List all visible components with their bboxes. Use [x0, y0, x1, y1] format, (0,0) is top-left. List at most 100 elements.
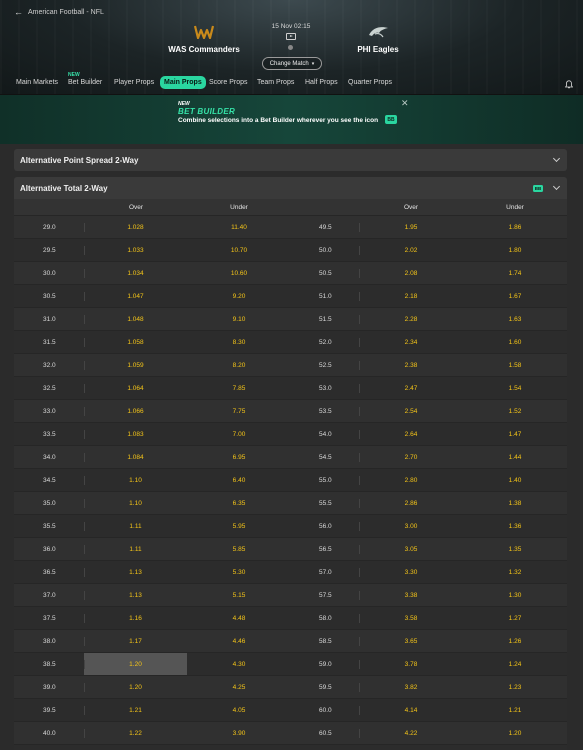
- under-odds[interactable]: 5.30: [187, 561, 291, 584]
- under-odds[interactable]: 1.40: [463, 469, 567, 492]
- over-odds[interactable]: 1.95: [359, 216, 463, 239]
- over-odds[interactable]: 2.38: [359, 354, 463, 377]
- over-odds[interactable]: 3.65: [359, 630, 463, 653]
- under-odds[interactable]: 1.21: [463, 699, 567, 722]
- over-odds[interactable]: 1.21: [84, 699, 187, 722]
- over-odds[interactable]: 2.34: [359, 331, 463, 354]
- under-odds[interactable]: 3.90: [187, 722, 291, 745]
- under-odds[interactable]: 1.35: [463, 538, 567, 561]
- under-odds[interactable]: 5.85: [187, 538, 291, 561]
- under-odds[interactable]: 1.60: [463, 331, 567, 354]
- under-odds[interactable]: 1.54: [463, 377, 567, 400]
- over-odds[interactable]: 2.70: [359, 446, 463, 469]
- under-odds[interactable]: 7.85: [187, 377, 291, 400]
- over-odds[interactable]: 4.22: [359, 722, 463, 745]
- over-odds[interactable]: 1.13: [84, 584, 187, 607]
- under-odds[interactable]: 5.95: [187, 515, 291, 538]
- over-odds[interactable]: 2.08: [359, 262, 463, 285]
- under-odds[interactable]: 9.20: [187, 285, 291, 308]
- under-odds[interactable]: 1.30: [463, 584, 567, 607]
- over-odds[interactable]: 3.78: [359, 653, 463, 676]
- under-odds[interactable]: 1.26: [463, 630, 567, 653]
- tab-bet-builder[interactable]: Bet Builder: [68, 79, 102, 86]
- under-odds[interactable]: 6.95: [187, 446, 291, 469]
- under-odds[interactable]: 1.74: [463, 262, 567, 285]
- breadcrumb[interactable]: ← American Football - NFL: [14, 7, 104, 17]
- over-odds[interactable]: 2.64: [359, 423, 463, 446]
- over-odds[interactable]: 1.17: [84, 630, 187, 653]
- over-odds[interactable]: 1.10: [84, 492, 187, 515]
- under-odds[interactable]: 1.38: [463, 492, 567, 515]
- under-odds[interactable]: 6.40: [187, 469, 291, 492]
- over-odds[interactable]: 1.22: [84, 722, 187, 745]
- under-odds[interactable]: 7.00: [187, 423, 291, 446]
- over-odds[interactable]: 2.28: [359, 308, 463, 331]
- over-odds[interactable]: 3.38: [359, 584, 463, 607]
- tab-score-props[interactable]: Score Props: [209, 79, 248, 86]
- under-odds[interactable]: 1.24: [463, 653, 567, 676]
- under-odds[interactable]: 4.30: [187, 653, 291, 676]
- under-odds[interactable]: 1.27: [463, 607, 567, 630]
- under-odds[interactable]: 1.36: [463, 515, 567, 538]
- over-odds[interactable]: 4.40: [359, 745, 463, 750]
- over-odds[interactable]: 1.11: [84, 538, 187, 561]
- under-odds[interactable]: 9.10: [187, 308, 291, 331]
- market-alt-point-spread[interactable]: Alternative Point Spread 2-Way: [14, 149, 567, 171]
- under-odds[interactable]: 11.40: [187, 216, 291, 239]
- over-odds[interactable]: 2.18: [359, 285, 463, 308]
- tab-quarter-props[interactable]: Quarter Props: [348, 79, 392, 86]
- under-odds[interactable]: 1.67: [463, 285, 567, 308]
- over-odds[interactable]: 1.048: [84, 308, 187, 331]
- under-odds[interactable]: 4.05: [187, 699, 291, 722]
- chevron-down-icon[interactable]: [552, 154, 561, 163]
- over-odds[interactable]: 1.11: [84, 515, 187, 538]
- over-odds[interactable]: 3.30: [359, 561, 463, 584]
- over-odds[interactable]: 1.047: [84, 285, 187, 308]
- live-stream-icon[interactable]: [286, 33, 296, 40]
- under-odds[interactable]: 3.62: [187, 745, 291, 750]
- over-odds[interactable]: 3.58: [359, 607, 463, 630]
- over-odds[interactable]: 1.066: [84, 400, 187, 423]
- over-odds[interactable]: 2.80: [359, 469, 463, 492]
- change-match-button[interactable]: Change Match ▾: [262, 57, 322, 70]
- over-odds[interactable]: 1.20: [84, 676, 187, 699]
- under-odds[interactable]: 8.30: [187, 331, 291, 354]
- over-odds[interactable]: 1.16: [84, 607, 187, 630]
- over-odds[interactable]: 2.86: [359, 492, 463, 515]
- over-odds[interactable]: 3.05: [359, 538, 463, 561]
- under-odds[interactable]: 1.86: [463, 216, 567, 239]
- under-odds[interactable]: 10.70: [187, 239, 291, 262]
- over-odds[interactable]: 1.059: [84, 354, 187, 377]
- under-odds[interactable]: 4.25: [187, 676, 291, 699]
- tab-main-props[interactable]: Main Props: [160, 76, 206, 89]
- under-odds[interactable]: 7.75: [187, 400, 291, 423]
- over-odds[interactable]: 3.82: [359, 676, 463, 699]
- under-odds[interactable]: 1.23: [463, 676, 567, 699]
- over-odds[interactable]: 1.20: [84, 653, 187, 676]
- under-odds[interactable]: 4.48: [187, 607, 291, 630]
- close-icon[interactable]: ✕: [401, 98, 409, 109]
- tab-main-markets[interactable]: Main Markets: [16, 79, 58, 86]
- under-odds[interactable]: 1.18: [463, 745, 567, 750]
- under-odds[interactable]: 4.46: [187, 630, 291, 653]
- over-odds[interactable]: 1.083: [84, 423, 187, 446]
- tab-player-props[interactable]: Player Props: [114, 79, 154, 86]
- over-odds[interactable]: 1.084: [84, 446, 187, 469]
- over-odds[interactable]: 1.028: [84, 216, 187, 239]
- over-odds[interactable]: 1.058: [84, 331, 187, 354]
- under-odds[interactable]: 1.32: [463, 561, 567, 584]
- under-odds[interactable]: 1.47: [463, 423, 567, 446]
- under-odds[interactable]: 8.20: [187, 354, 291, 377]
- over-odds[interactable]: 2.02: [359, 239, 463, 262]
- under-odds[interactable]: 1.80: [463, 239, 567, 262]
- over-odds[interactable]: 2.47: [359, 377, 463, 400]
- over-odds[interactable]: 1.10: [84, 469, 187, 492]
- breadcrumb-label[interactable]: American Football - NFL: [28, 9, 104, 16]
- over-odds[interactable]: 1.26: [84, 745, 187, 750]
- under-odds[interactable]: 10.60: [187, 262, 291, 285]
- tab-team-props[interactable]: Team Props: [257, 79, 294, 86]
- market-alt-total[interactable]: Alternative Total 2-Way BB: [14, 177, 567, 199]
- back-arrow-icon[interactable]: ←: [14, 7, 23, 17]
- over-odds[interactable]: 2.54: [359, 400, 463, 423]
- under-odds[interactable]: 1.58: [463, 354, 567, 377]
